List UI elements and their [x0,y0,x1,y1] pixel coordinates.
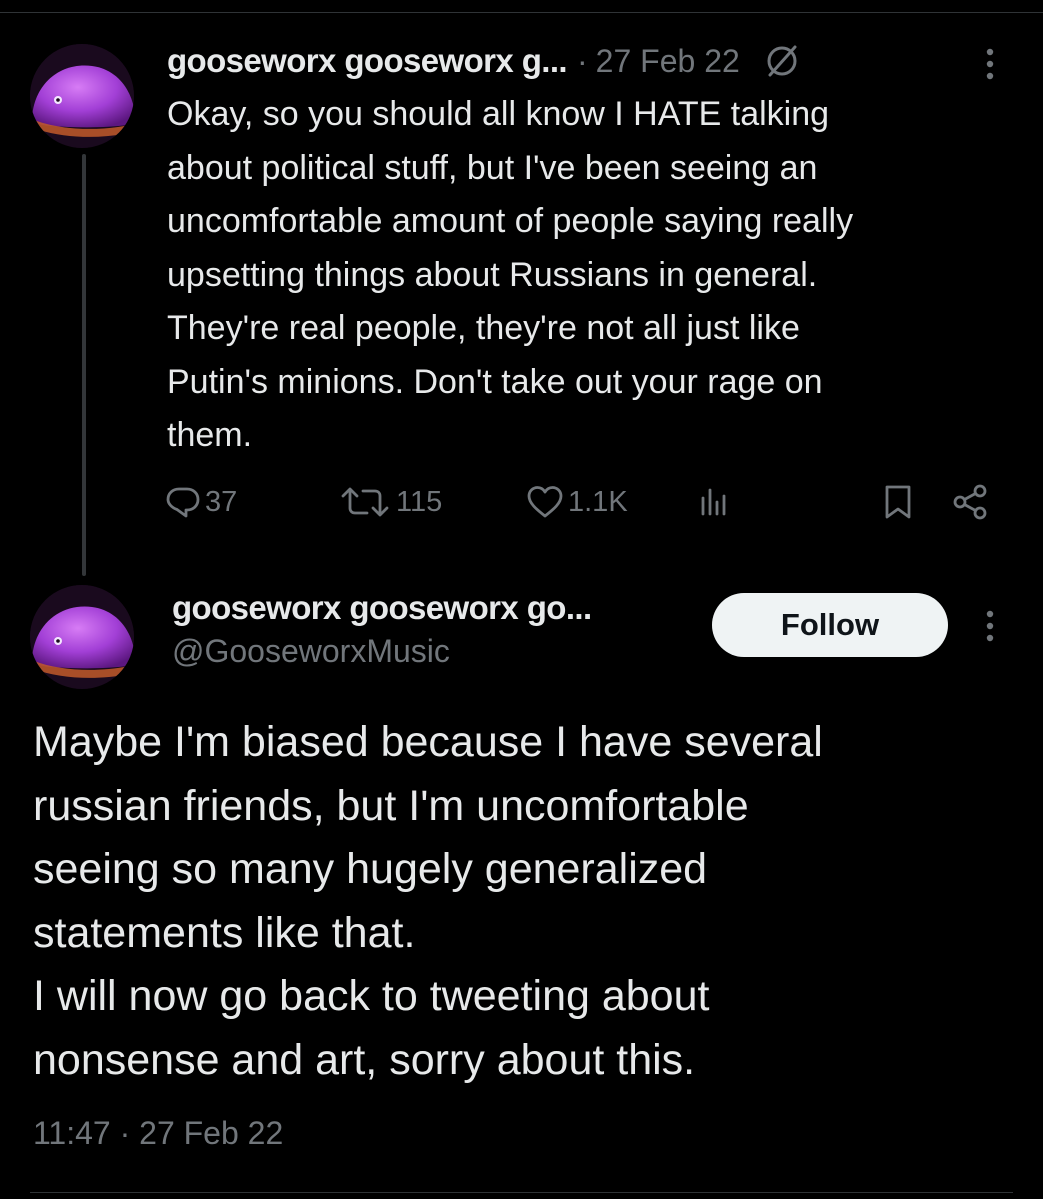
tweet-text: Maybe I'm biased because I have several … [33,718,823,1084]
retweet-icon [341,487,389,517]
reply-icon [166,487,200,518]
heart-icon [527,486,563,518]
retweet-button[interactable]: 115 [338,478,442,526]
tweet-timestamp[interactable]: 11:47 · 27 Feb 22 [33,1115,283,1152]
tweet-text: Okay, so you should all know I HATE talk… [167,95,854,454]
avatar[interactable] [30,44,134,148]
top-divider [0,12,1043,13]
meta-separator: · [577,42,588,79]
follow-button[interactable]: Follow [712,593,948,657]
display-name[interactable]: gooseworx gooseworx go... [172,589,592,627]
tweet-date[interactable]: 27 Feb 22 [596,43,740,79]
views-icon [701,488,726,516]
share-button[interactable] [950,478,990,526]
bottom-divider [30,1192,1013,1193]
like-button[interactable]: 1.1K [526,478,628,526]
views-button[interactable] [695,478,731,526]
tweet-header: gooseworx gooseworx g... · 27 Feb 22 [167,36,802,86]
tweet-action-bar: 37 115 1.1K [0,478,1043,526]
more-vertical-icon[interactable] [983,606,997,646]
goose-avatar-icon [30,585,134,689]
bookmark-icon [885,485,911,519]
globe-icon [762,41,802,81]
reply-button[interactable]: 37 [165,478,237,526]
bookmark-button[interactable] [880,478,916,526]
retweet-count: 115 [396,485,443,518]
goose-avatar-icon [30,44,134,148]
user-handle[interactable]: @GooseworxMusic [172,633,450,670]
like-count: 1.1K [568,485,628,518]
tweet-meta: · 27 Feb 22 [577,43,740,80]
share-icon [953,484,987,520]
more-vertical-icon[interactable] [983,44,997,84]
reply-count: 37 [205,485,238,518]
display-name[interactable]: gooseworx gooseworx g... [167,42,568,80]
avatar[interactable] [30,585,134,689]
